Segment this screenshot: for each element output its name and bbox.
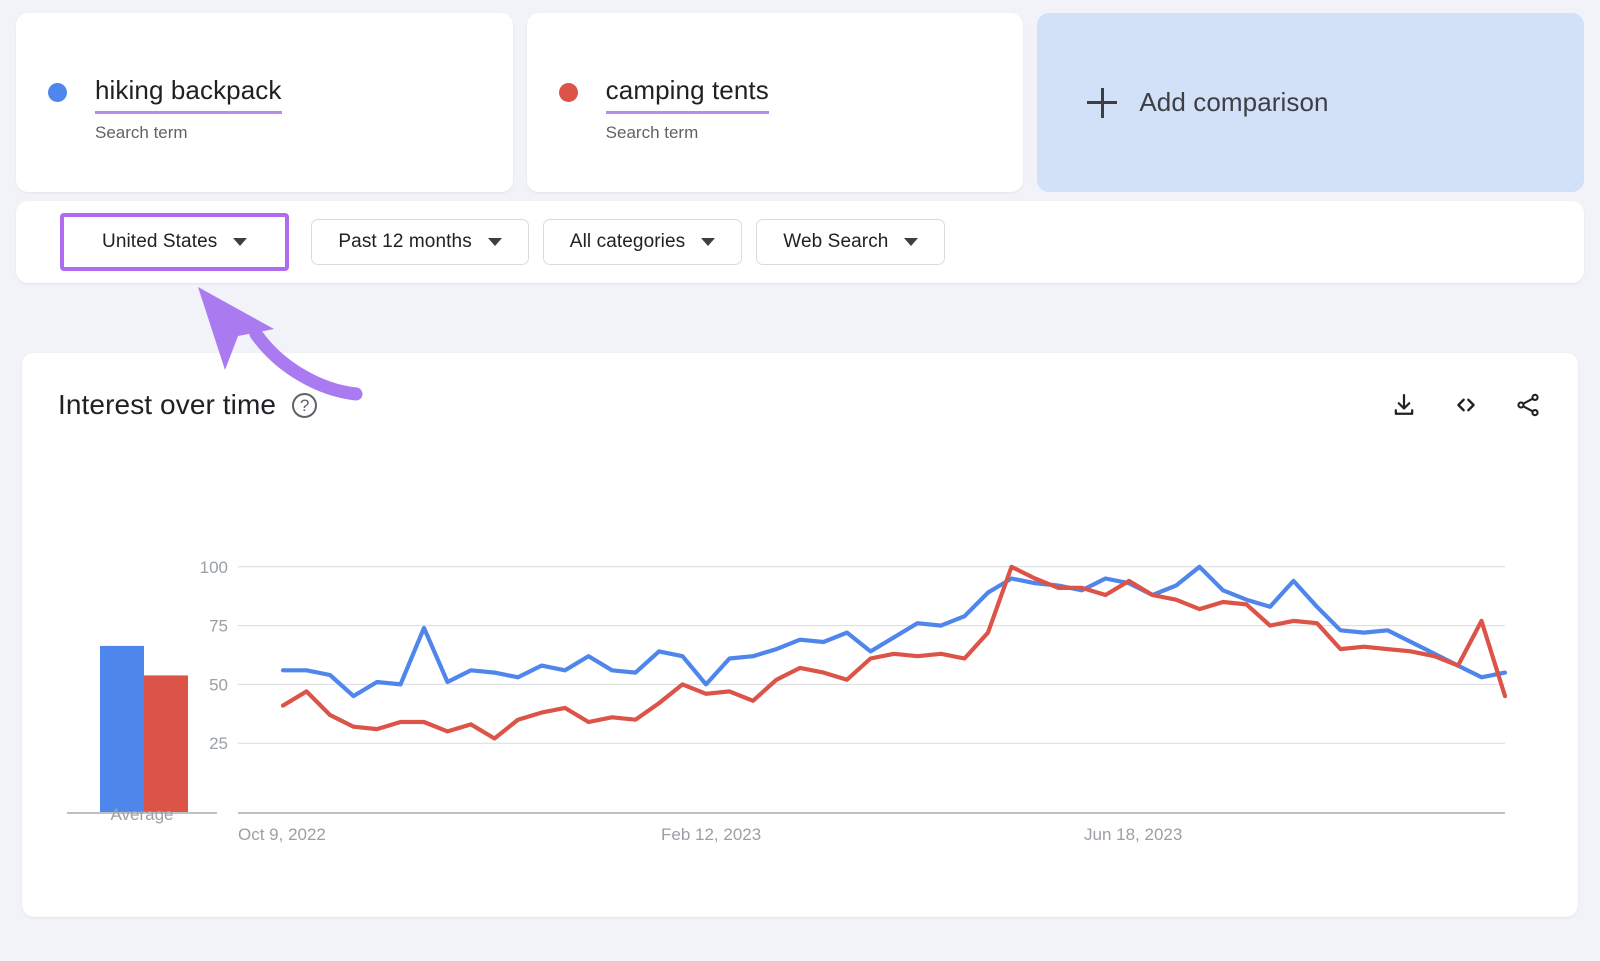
interest-over-time-card: Interest over time ? 25 50 75 100 Oct 9,…	[22, 353, 1578, 917]
chart-line-camping-tents	[280, 564, 1508, 741]
series-dot-red-icon	[558, 83, 578, 102]
filter-location-dropdown[interactable]: United States	[60, 213, 290, 271]
chevron-down-icon	[487, 238, 502, 246]
filter-time-dropdown[interactable]: Past 12 months	[311, 219, 529, 265]
page-title: Interest over time	[58, 389, 277, 420]
filter-category-dropdown[interactable]: All categories	[542, 219, 743, 265]
chevron-down-icon	[701, 238, 716, 246]
chevron-down-icon	[233, 238, 248, 246]
x-axis-tick: Jun 18, 2023	[1084, 825, 1182, 844]
search-term-card-1[interactable]: hiking backpack Search term	[16, 13, 513, 192]
average-axis-label: Average	[110, 805, 174, 824]
filter-search-type-label: Web Search	[783, 231, 889, 252]
chart-line-hiking-backpack	[280, 564, 1508, 699]
help-icon[interactable]: ?	[292, 392, 318, 418]
y-axis-tick: 50	[209, 675, 228, 694]
filter-time-label: Past 12 months	[338, 231, 472, 252]
search-terms-row: hiking backpack Search term camping tent…	[0, 0, 1600, 192]
search-term-sublabel: Search term	[605, 123, 699, 142]
search-term-label[interactable]: hiking backpack	[95, 75, 282, 114]
y-axis-tick: 75	[209, 617, 228, 636]
average-bar	[144, 675, 188, 813]
chevron-down-icon	[904, 238, 919, 246]
embed-icon[interactable]	[1452, 391, 1480, 419]
plus-icon	[1087, 87, 1118, 118]
y-axis-tick: 100	[200, 558, 228, 577]
chart-actions	[1390, 391, 1542, 419]
filter-search-type-dropdown[interactable]: Web Search	[756, 219, 946, 265]
filter-bar: United States Past 12 months All categor…	[16, 201, 1584, 283]
download-icon[interactable]	[1390, 391, 1418, 419]
x-axis-tick: Oct 9, 2022	[238, 825, 326, 844]
x-axis-tick: Feb 12, 2023	[661, 825, 761, 844]
search-term-text: hiking backpack Search term	[95, 75, 282, 143]
filter-location-label: United States	[102, 231, 218, 252]
search-term-card-2[interactable]: camping tents Search term	[526, 13, 1024, 192]
search-term-content: hiking backpack Search term	[48, 75, 282, 143]
series-dot-blue-icon	[48, 83, 67, 102]
filter-category-label: All categories	[569, 231, 686, 252]
y-axis-tick: 25	[209, 734, 228, 753]
search-term-sublabel: Search term	[95, 123, 188, 142]
interest-over-time-chart: 25 50 75 100 Oct 9, 2022 Feb 12, 2023 Jun 18, …	[67, 558, 1508, 844]
search-term-content: camping tents Search term	[558, 75, 769, 143]
add-comparison-button[interactable]: Add comparison	[1037, 13, 1585, 192]
add-comparison-label: Add comparison	[1139, 87, 1329, 117]
average-bar	[100, 645, 144, 813]
share-icon[interactable]	[1514, 391, 1542, 419]
search-term-label[interactable]: camping tents	[605, 75, 769, 114]
search-term-text: camping tents Search term	[605, 75, 769, 143]
chart-header: Interest over time ?	[58, 389, 1542, 421]
